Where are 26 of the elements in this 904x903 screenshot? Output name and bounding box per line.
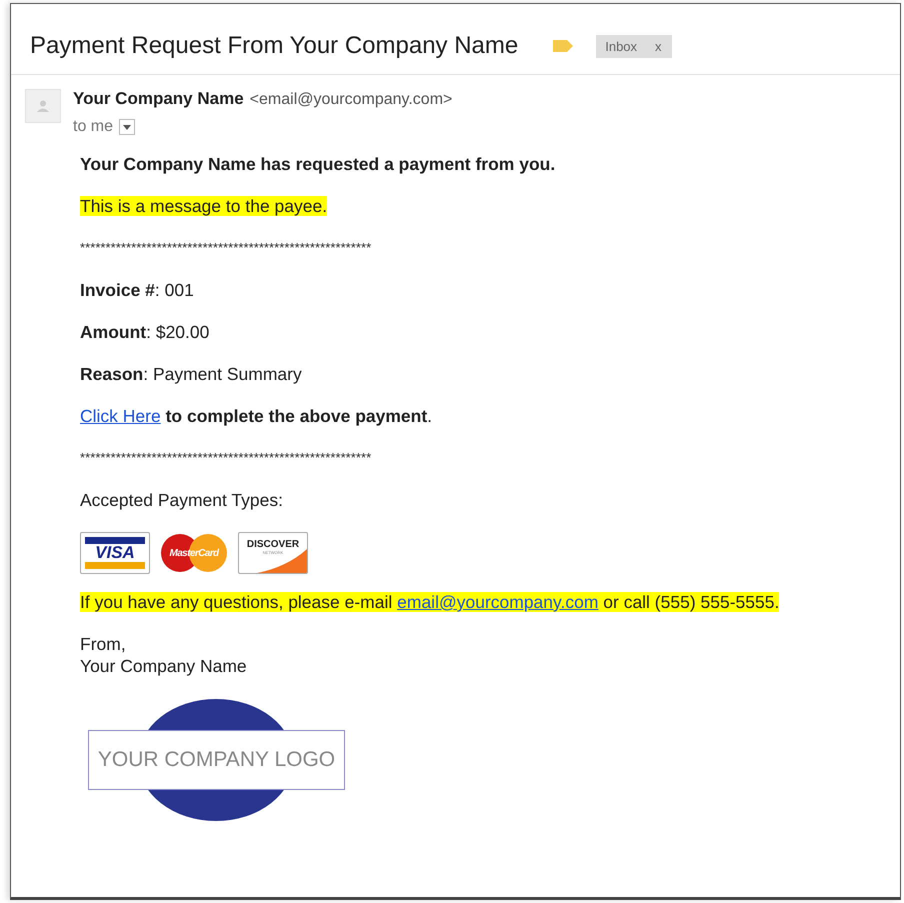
accepted-types-text: Accepted Payment Types: <box>80 490 284 510</box>
signature-text: Your Company Name <box>80 656 248 676</box>
separator-line: ********************************************************* <box>80 239 372 257</box>
questions-text: If you have any questions, please e-mail email@yourcompany.com or call (555) 555-5555. <box>80 592 780 612</box>
invoice-field: Reason: Payment Summary <box>80 364 900 384</box>
sender-email: <email@yourcompany.com> <box>250 91 452 108</box>
sender-name: Your Company Name <box>73 89 244 108</box>
visa-card-logo: VISA <box>80 532 150 574</box>
invoice-field: Amount: $20.00 <box>80 322 900 342</box>
details-dropdown[interactable] <box>119 119 136 135</box>
invoice-field: Invoice #: 001 <box>80 280 900 300</box>
email-subject: Payment Request From Your Company Name <box>30 32 518 60</box>
payment-instruction: Click Here to complete the above payment. <box>80 406 434 426</box>
separator-line: ********************************************************* <box>80 449 372 467</box>
heading-text: Your Company Name has requested a payment from you. <box>80 154 556 174</box>
recipient-text: to me <box>73 118 114 136</box>
payee-message: This is a message to the payee. <box>80 196 328 216</box>
inbox-label[interactable]: Inbox x <box>596 34 672 58</box>
remove-label-button[interactable]: x <box>655 38 662 54</box>
label-text: Inbox <box>605 38 638 54</box>
label-icon <box>552 39 574 53</box>
click-here-link[interactable]: Click Here <box>80 406 161 426</box>
email-link[interactable]: email@yourcompany.com <box>397 592 598 612</box>
caret-icon <box>123 124 132 130</box>
avatar-icon <box>25 89 61 123</box>
closing-text: From, <box>80 634 127 654</box>
